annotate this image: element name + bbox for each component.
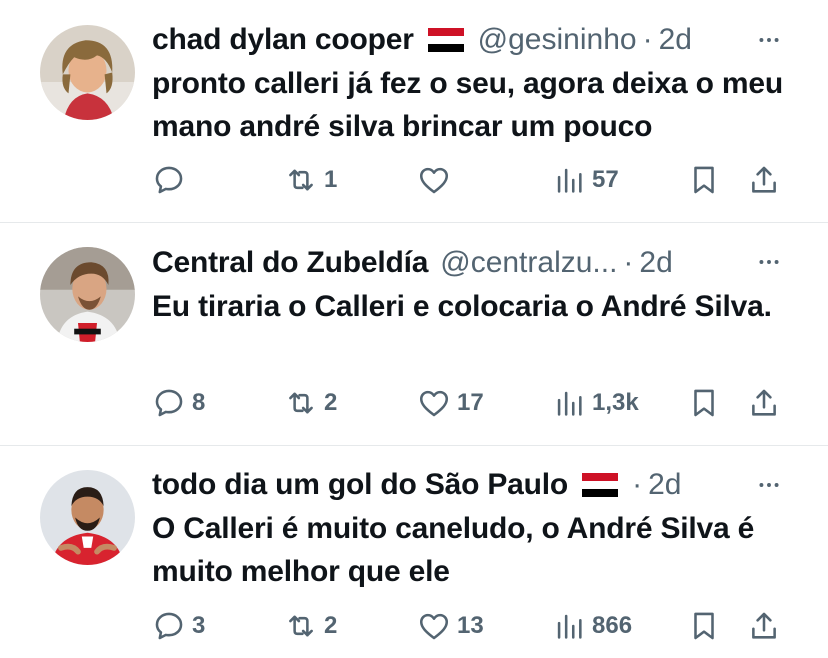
repost-icon [284, 163, 318, 197]
bookmark-icon [687, 609, 721, 643]
like-button[interactable]: 17 [417, 383, 484, 423]
reply-count: 3 [192, 612, 206, 639]
share-button[interactable] [747, 160, 781, 200]
user-handle[interactable]: @centralzu... [440, 243, 617, 283]
timestamp[interactable]: 2d [648, 465, 681, 505]
reply-icon [152, 609, 186, 643]
separator: · [632, 468, 643, 501]
display-name[interactable]: chad dylan cooper [152, 20, 414, 60]
repost-count: 2 [324, 389, 338, 416]
share-button[interactable] [747, 383, 781, 423]
like-count: 17 [457, 389, 484, 416]
reply-button[interactable] [152, 160, 192, 200]
views-button[interactable]: 1,3k [552, 383, 639, 423]
share-button[interactable] [747, 606, 781, 646]
more-icon[interactable] [754, 470, 784, 500]
tweet-header: chad dylan cooper @gesininho · 2d [152, 20, 808, 60]
user-handle[interactable]: @gesininho [478, 20, 637, 60]
views-icon [552, 386, 586, 420]
views-count: 1,3k [592, 389, 639, 416]
tweet-text: Eu tiraria o Calleri e colocaria o André… [152, 290, 772, 323]
tweet-header: todo dia um gol do São Paulo · 2d [152, 465, 808, 505]
avatar[interactable] [40, 247, 135, 342]
tweet[interactable]: todo dia um gol do São Paulo · 2d O Call… [0, 446, 828, 658]
bookmark-icon [687, 386, 721, 420]
like-icon [417, 163, 451, 197]
share-icon [747, 163, 781, 197]
tweet[interactable]: chad dylan cooper @gesininho · 2d pronto… [0, 0, 828, 222]
flag-icon [580, 473, 620, 497]
share-icon [747, 609, 781, 643]
views-count: 866 [592, 612, 633, 639]
repost-button[interactable]: 1 [284, 160, 337, 200]
reply-count: 8 [192, 389, 206, 416]
more-icon[interactable] [754, 247, 784, 277]
views-count: 57 [592, 166, 619, 193]
tweet[interactable]: Central do Zubeldía @centralzu... · 2d E… [0, 223, 828, 445]
timestamp[interactable]: 2d [639, 243, 672, 283]
views-icon [552, 609, 586, 643]
reply-button[interactable]: 3 [152, 606, 205, 646]
avatar[interactable] [40, 25, 135, 120]
tweet-text: pronto calleri já fez o seu, agora deixa… [152, 67, 783, 143]
display-name[interactable]: Central do Zubeldía [152, 243, 428, 283]
bookmark-icon [687, 163, 721, 197]
tweet-text: O Calleri é muito caneludo, o André Silv… [152, 512, 755, 588]
like-button[interactable] [417, 160, 457, 200]
like-icon [417, 386, 451, 420]
timestamp[interactable]: 2d [659, 20, 692, 60]
like-button[interactable]: 13 [417, 606, 484, 646]
like-count: 13 [457, 612, 484, 639]
bookmark-button[interactable] [687, 606, 721, 646]
views-button[interactable]: 866 [552, 606, 632, 646]
separator: · [642, 23, 653, 56]
display-name[interactable]: todo dia um gol do São Paulo [152, 465, 568, 505]
repost-count: 1 [324, 166, 338, 193]
reply-icon [152, 386, 186, 420]
repost-button[interactable]: 2 [284, 383, 337, 423]
repost-icon [284, 609, 318, 643]
reply-icon [152, 163, 186, 197]
repost-count: 2 [324, 612, 338, 639]
bookmark-button[interactable] [687, 383, 721, 423]
avatar[interactable] [40, 470, 135, 565]
repost-button[interactable]: 2 [284, 606, 337, 646]
separator: · [623, 246, 634, 279]
views-icon [552, 163, 586, 197]
views-button[interactable]: 57 [552, 160, 619, 200]
repost-icon [284, 386, 318, 420]
reply-button[interactable]: 8 [152, 383, 205, 423]
tweet-header: Central do Zubeldía @centralzu... · 2d [152, 243, 808, 283]
action-bar: 1 57 [152, 160, 792, 200]
more-icon[interactable] [754, 25, 784, 55]
bookmark-button[interactable] [687, 160, 721, 200]
like-icon [417, 609, 451, 643]
action-bar: 8 2 17 1,3k [152, 383, 792, 423]
action-bar: 3 2 13 866 [152, 606, 792, 646]
flag-icon [426, 28, 466, 52]
share-icon [747, 386, 781, 420]
